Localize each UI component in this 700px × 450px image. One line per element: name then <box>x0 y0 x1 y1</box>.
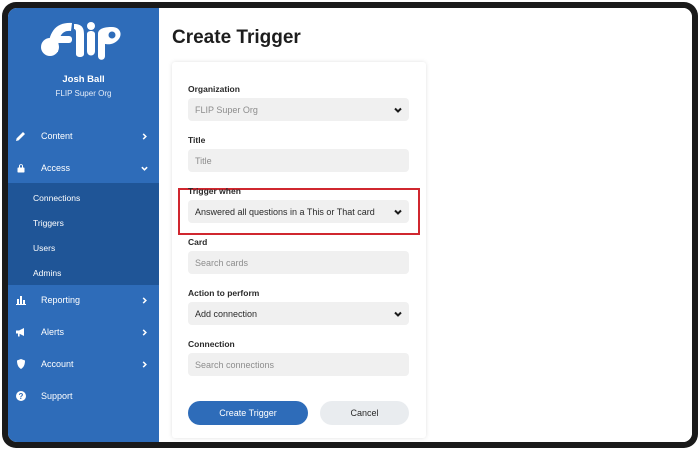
sidebar-item-triggers[interactable]: Triggers <box>33 218 64 228</box>
sidebar-item-label: Access <box>41 163 71 173</box>
connection-label: Connection <box>188 339 235 349</box>
trigger-when-label: Trigger when <box>188 186 241 196</box>
title-placeholder: Title <box>195 155 212 166</box>
card-search-input[interactable]: Search cards <box>188 251 409 274</box>
trigger-form: Organization FLIP Super Org Title Title … <box>172 62 426 438</box>
title-input[interactable]: Title <box>188 149 409 172</box>
shield-icon <box>15 358 27 370</box>
svg-text:?: ? <box>19 392 24 401</box>
sidebar-item-label: Reporting <box>41 295 81 305</box>
sidebar-item-reporting[interactable]: Reporting <box>8 285 159 315</box>
sidebar-item-support[interactable]: ? Support <box>8 381 159 411</box>
sidebar-item-label: Support <box>41 391 73 401</box>
chevron-right-icon <box>139 360 149 368</box>
flip-logo[interactable] <box>38 16 126 64</box>
user-org: FLIP Super Org <box>55 89 112 98</box>
action-value: Add connection <box>195 308 258 319</box>
sidebar-item-label: Account <box>41 359 74 369</box>
connection-search-input[interactable]: Search connections <box>188 353 409 376</box>
action-label: Action to perform <box>188 288 260 298</box>
chevron-down-icon <box>391 310 405 318</box>
title-label: Title <box>188 135 206 145</box>
sidebar-item-label: Content <box>41 131 73 141</box>
pencil-icon <box>15 130 27 142</box>
action-select[interactable]: Add connection <box>188 302 409 325</box>
card-label: Card <box>188 237 208 247</box>
chevron-down-icon <box>139 165 149 172</box>
chevron-right-icon <box>139 328 149 336</box>
organization-value: FLIP Super Org <box>195 104 258 115</box>
device-frame: Josh Ball FLIP Super Org Content Access <box>2 2 698 448</box>
sidebar-item-label: Alerts <box>41 327 65 337</box>
trigger-when-value: Answered all questions in a This or That… <box>195 206 375 217</box>
app-window: Josh Ball FLIP Super Org Content Access <box>8 8 692 442</box>
organization-label: Organization <box>188 84 240 94</box>
chevron-down-icon <box>391 208 405 216</box>
cancel-button[interactable]: Cancel <box>320 401 409 425</box>
sidebar-item-users[interactable]: Users <box>33 243 55 253</box>
connection-placeholder: Search connections <box>195 359 275 370</box>
card-placeholder: Search cards <box>195 257 249 268</box>
user-name: Josh Ball <box>62 74 105 85</box>
question-circle-icon: ? <box>15 390 27 402</box>
create-trigger-button[interactable]: Create Trigger <box>188 401 308 425</box>
chevron-down-icon <box>391 106 405 114</box>
organization-select[interactable]: FLIP Super Org <box>188 98 409 121</box>
sidebar-item-connections[interactable]: Connections <box>33 193 80 203</box>
sidebar: Josh Ball FLIP Super Org Content Access <box>8 8 159 442</box>
access-submenu: Connections Triggers Users Admins <box>8 183 159 285</box>
chevron-right-icon <box>139 132 149 140</box>
main-content: Create Trigger Organization FLIP Super O… <box>159 8 692 442</box>
sidebar-item-account[interactable]: Account <box>8 349 159 379</box>
trigger-when-select[interactable]: Answered all questions in a This or That… <box>188 200 409 223</box>
sidebar-item-access[interactable]: Access <box>8 153 159 183</box>
bar-chart-icon <box>15 294 27 306</box>
lock-icon <box>15 162 27 174</box>
page-title: Create Trigger <box>172 27 301 48</box>
megaphone-icon <box>15 326 27 338</box>
chevron-right-icon <box>139 296 149 304</box>
sidebar-item-admins[interactable]: Admins <box>33 268 61 278</box>
sidebar-item-alerts[interactable]: Alerts <box>8 317 159 347</box>
sidebar-item-content[interactable]: Content <box>8 121 159 151</box>
